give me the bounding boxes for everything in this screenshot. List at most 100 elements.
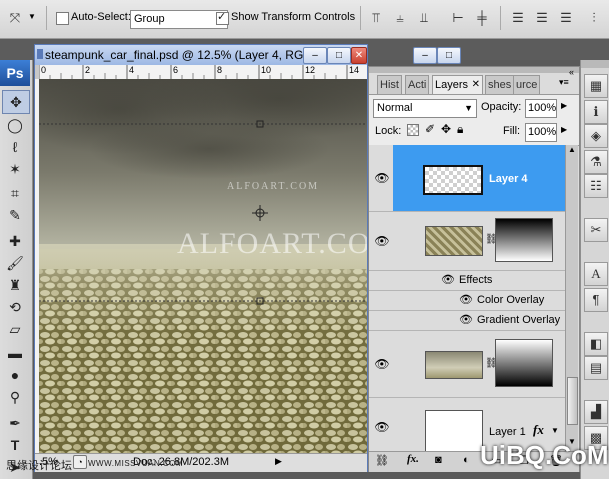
character-panel-icon[interactable]: A [584, 262, 608, 286]
paths-panel-icon[interactable]: ☷ [584, 174, 608, 198]
lock-transparency-icon[interactable] [407, 124, 419, 136]
uibq-watermark: UiBQ.CoM [480, 440, 609, 470]
info-panel-icon[interactable]: ℹ [584, 100, 608, 124]
horizontal-ruler: 0 2 4 6 8 10 12 14 [39, 65, 367, 80]
clone-stamp-tool-icon[interactable]: ♜ [2, 274, 28, 296]
dodge-tool-icon[interactable]: ⚲ [2, 386, 28, 408]
paragraph-panel-icon[interactable]: ¶ [584, 288, 608, 312]
show-transform-checkbox[interactable] [216, 10, 229, 25]
maximize-button[interactable]: □ [327, 47, 351, 64]
link-layers-icon[interactable]: ⛓ [375, 454, 389, 467]
preset-dropdown-arrow-icon[interactable]: ▼ [28, 12, 36, 21]
adjustment-layer-icon[interactable]: ◐ [463, 454, 470, 466]
effects-visibility-icon[interactable]: 👁︎ [441, 273, 455, 286]
crop-tool-icon[interactable]: ⌗ [2, 182, 28, 204]
layer-row[interactable]: 👁︎ ⛓ [369, 331, 565, 398]
layers-list: 👁︎ Layer 4 👁︎ ⛓ 👁︎ Effects 👁︎ Color Over… [369, 145, 565, 451]
layer-mask-thumbnail[interactable] [495, 339, 553, 387]
close-button[interactable]: ✕ [351, 47, 367, 64]
add-layer-style-icon[interactable]: fx. [407, 453, 419, 465]
fill-input[interactable]: 100% [525, 123, 557, 142]
type-tool-icon[interactable]: T [2, 434, 28, 456]
history-brush-tool-icon[interactable]: ⟲ [2, 296, 28, 318]
eyedropper-tool-icon[interactable]: ✎ [2, 204, 28, 226]
effects-row[interactable]: 👁︎ Effects [369, 271, 565, 291]
opacity-slider-arrow-icon[interactable]: ▶ [561, 101, 567, 110]
minimize-button[interactable]: – [303, 47, 327, 64]
lock-pixels-icon[interactable]: ✐ [425, 122, 435, 136]
layer-thumbnail [423, 165, 483, 195]
fx-badge[interactable]: fx [533, 422, 544, 438]
lasso-tool-icon[interactable]: ℓ [2, 136, 28, 158]
image-canvas[interactable]: ALFOART.COM ALFOART.COM [39, 79, 367, 453]
adjustments-panel-icon[interactable]: ◧ [584, 332, 608, 356]
align-left-icon[interactable]: ⊢ [448, 8, 468, 28]
close-tab-icon[interactable]: ✕ [472, 76, 480, 94]
auto-select-label: Auto-Select: [71, 11, 131, 23]
scroll-up-icon[interactable]: ▲ [566, 145, 578, 157]
panel-menu-icon[interactable]: ▾≡ [559, 77, 569, 88]
ruler-label: 4 [129, 65, 135, 75]
pen-tool-icon[interactable]: ✒ [2, 412, 28, 434]
tab-history[interactable]: Hist [377, 75, 402, 94]
healing-brush-tool-icon[interactable]: ✚ [2, 230, 28, 252]
collapse-panel-icon[interactable]: « [569, 67, 574, 77]
ruler-label: 14 [349, 65, 360, 75]
fill-slider-arrow-icon[interactable]: ▶ [561, 125, 567, 134]
eraser-tool-icon[interactable]: ▱ [2, 318, 28, 340]
lock-position-icon[interactable]: ✥ [441, 122, 451, 136]
distribute-center-icon[interactable]: ☰ [532, 8, 552, 28]
lock-all-icon[interactable]: 🔒︎ [457, 122, 463, 137]
panel-grip[interactable] [369, 67, 579, 73]
align-top-icon[interactable]: ⫪ [366, 8, 386, 28]
move-tool-preset-icon[interactable]: ⤧ [4, 8, 26, 28]
tab-brushes[interactable]: shes [485, 75, 515, 94]
effect-visibility-icon[interactable]: 👁︎ [459, 293, 473, 306]
blur-tool-icon[interactable]: ● [2, 364, 28, 386]
effect-visibility-icon[interactable]: 👁︎ [459, 313, 473, 326]
align-vertical-center-icon[interactable]: ⫨ [390, 8, 410, 28]
layers-scrollbar[interactable]: ▲ ▼ [565, 145, 578, 451]
scrollbar-thumb[interactable] [567, 377, 578, 425]
effect-item-row[interactable]: 👁︎ Color Overlay [369, 291, 565, 311]
dock-grip[interactable] [581, 60, 609, 68]
auto-select-checkbox[interactable] [56, 12, 69, 25]
styles-panel-icon[interactable]: ▤ [584, 356, 608, 380]
visibility-eye-icon[interactable]: 👁︎ [373, 418, 391, 436]
tab-layers[interactable]: Layers ✕ [432, 75, 484, 94]
tab-source[interactable]: urce [513, 75, 541, 94]
distribute-top-icon[interactable]: ☰ [508, 8, 528, 28]
align-bottom-icon[interactable]: ⫫ [414, 8, 434, 28]
status-info-icon[interactable]: ◔ [73, 455, 87, 469]
status-menu-arrow-icon[interactable]: ▶ [275, 456, 282, 467]
layers-panel-icon[interactable]: ◈ [584, 124, 608, 148]
expand-effects-icon[interactable]: ▼ [551, 426, 559, 435]
blend-mode-dropdown[interactable]: Normal ▼ [373, 99, 477, 118]
layer-row[interactable]: 👁︎ ⛓ [369, 212, 565, 271]
distribute-bottom-icon[interactable]: ☰ [556, 8, 576, 28]
magic-wand-tool-icon[interactable]: ✶ [2, 158, 28, 180]
visibility-eye-icon[interactable]: 👁︎ [373, 169, 391, 187]
brush-tool-icon[interactable]: 🖌 [2, 252, 28, 274]
move-tool-icon[interactable]: ✥ [2, 90, 30, 114]
gradient-tool-icon[interactable]: ▬ [2, 342, 28, 364]
visibility-eye-icon[interactable]: 👁︎ [373, 232, 391, 250]
layer-row[interactable]: 👁︎ Layer 4 [369, 145, 565, 212]
minimize-button[interactable]: – [413, 47, 437, 64]
histogram-panel-icon[interactable]: ▟ [584, 400, 608, 424]
auto-select-value: Group [134, 13, 165, 25]
tab-actions[interactable]: Acti [405, 75, 430, 94]
channels-panel-icon[interactable]: ⚗ [584, 150, 608, 174]
navigator-panel-icon[interactable]: ▦ [584, 74, 608, 98]
effect-item-row[interactable]: 👁︎ Gradient Overlay [369, 311, 565, 331]
layer-mask-thumbnail[interactable] [495, 218, 553, 262]
opacity-input[interactable]: 100% [525, 99, 557, 118]
distribute-left-icon[interactable]: ⫶ [584, 8, 604, 28]
marquee-tool-icon[interactable]: ◯ [2, 114, 28, 136]
add-mask-icon[interactable]: ◙ [435, 454, 442, 466]
align-horizontal-center-icon[interactable]: ╪ [472, 8, 492, 28]
auto-select-dropdown[interactable]: Group ▼ [130, 10, 228, 29]
maximize-button[interactable]: □ [437, 47, 461, 64]
visibility-eye-icon[interactable]: 👁︎ [373, 355, 391, 373]
tool-presets-icon[interactable]: ✂ [584, 218, 608, 242]
